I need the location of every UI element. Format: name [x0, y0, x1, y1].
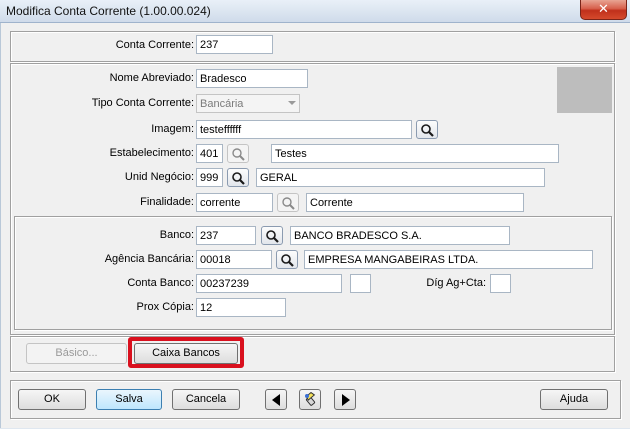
- ajuda-button[interactable]: Ajuda: [540, 389, 608, 410]
- magnifier-icon: [266, 230, 279, 243]
- unid-negocio-label: Unid Negócio:: [124, 171, 194, 183]
- magnifier-icon: [421, 124, 434, 137]
- flashlight-icon: [305, 392, 316, 406]
- conta-corrente-field[interactable]: 237: [196, 35, 273, 54]
- magnifier-icon: [281, 254, 294, 267]
- dig-ag-cta-label: Díg Ag+Cta:: [426, 277, 486, 289]
- dig-ag-cta-field[interactable]: [490, 274, 511, 293]
- imagem-field[interactable]: testeffffff: [196, 120, 412, 139]
- banco-lookup-button[interactable]: [261, 226, 283, 245]
- salva-button[interactable]: Salva: [96, 389, 162, 410]
- prox-copia-label: Prox Cópia:: [136, 301, 194, 313]
- banco-code-field[interactable]: 237: [196, 226, 256, 245]
- estabelecimento-label: Estabelecimento:: [109, 147, 194, 159]
- image-preview: [557, 67, 612, 113]
- imagem-lookup-button[interactable]: [416, 120, 438, 139]
- title-bar: Modifica Conta Corrente (1.00.00.024) ✕: [0, 0, 630, 23]
- nome-abreviado-label: Nome Abreviado:: [109, 72, 194, 84]
- search-record-button[interactable]: [299, 389, 321, 410]
- arrow-right-icon: [342, 394, 350, 406]
- banco-description: BANCO BRADESCO S.A.: [290, 226, 510, 245]
- next-record-button[interactable]: [334, 389, 356, 410]
- conta-banco-field[interactable]: 00237239: [196, 274, 342, 293]
- tipo-conta-value: Bancária: [200, 98, 244, 110]
- chevron-down-icon: [288, 101, 296, 105]
- magnifier-disabled-icon: [232, 148, 245, 161]
- arrow-left-icon: [272, 394, 280, 406]
- estabelecimento-lookup-button[interactable]: [227, 144, 249, 163]
- window-title: Modifica Conta Corrente (1.00.00.024): [6, 4, 211, 18]
- banco-label: Banco:: [159, 229, 194, 241]
- tipo-conta-select: Bancária: [196, 94, 300, 113]
- estabelecimento-code-field[interactable]: 401: [196, 144, 223, 163]
- finalidade-code-field[interactable]: corrente: [196, 193, 273, 212]
- agencia-lookup-button[interactable]: [276, 250, 298, 269]
- finalidade-label: Finalidade:: [140, 196, 194, 208]
- ok-button[interactable]: OK: [18, 389, 86, 410]
- close-button[interactable]: ✕: [580, 0, 627, 20]
- previous-record-button[interactable]: [265, 389, 287, 410]
- conta-corrente-label: Conta Corrente:: [115, 39, 194, 51]
- caixa-bancos-button[interactable]: Caixa Bancos: [134, 343, 238, 364]
- nome-abreviado-field[interactable]: Bradesco: [196, 69, 308, 88]
- tipo-conta-label: Tipo Conta Corrente:: [91, 97, 194, 109]
- finalidade-lookup-button[interactable]: [277, 193, 299, 212]
- agencia-description: EMPRESA MANGABEIRAS LTDA.: [304, 250, 593, 269]
- agencia-code-field[interactable]: 00018: [196, 250, 272, 269]
- basico-button[interactable]: Básico...: [26, 343, 127, 364]
- agencia-label: Agência Bancária:: [104, 253, 194, 265]
- estabelecimento-description: Testes: [271, 144, 559, 163]
- magnifier-disabled-icon: [282, 197, 295, 210]
- unid-negocio-description: GERAL: [256, 168, 545, 187]
- finalidade-description: Corrente: [306, 193, 524, 212]
- magnifier-icon: [232, 172, 245, 185]
- unid-negocio-lookup-button[interactable]: [227, 168, 249, 187]
- close-icon: ✕: [598, 1, 609, 16]
- imagem-label: Imagem:: [151, 123, 194, 135]
- unid-negocio-code-field[interactable]: 999: [196, 168, 223, 187]
- prox-copia-field[interactable]: 12: [196, 298, 286, 317]
- conta-banco-digit-field[interactable]: [350, 274, 371, 293]
- conta-banco-label: Conta Banco:: [127, 277, 194, 289]
- cancela-button[interactable]: Cancela: [172, 389, 240, 410]
